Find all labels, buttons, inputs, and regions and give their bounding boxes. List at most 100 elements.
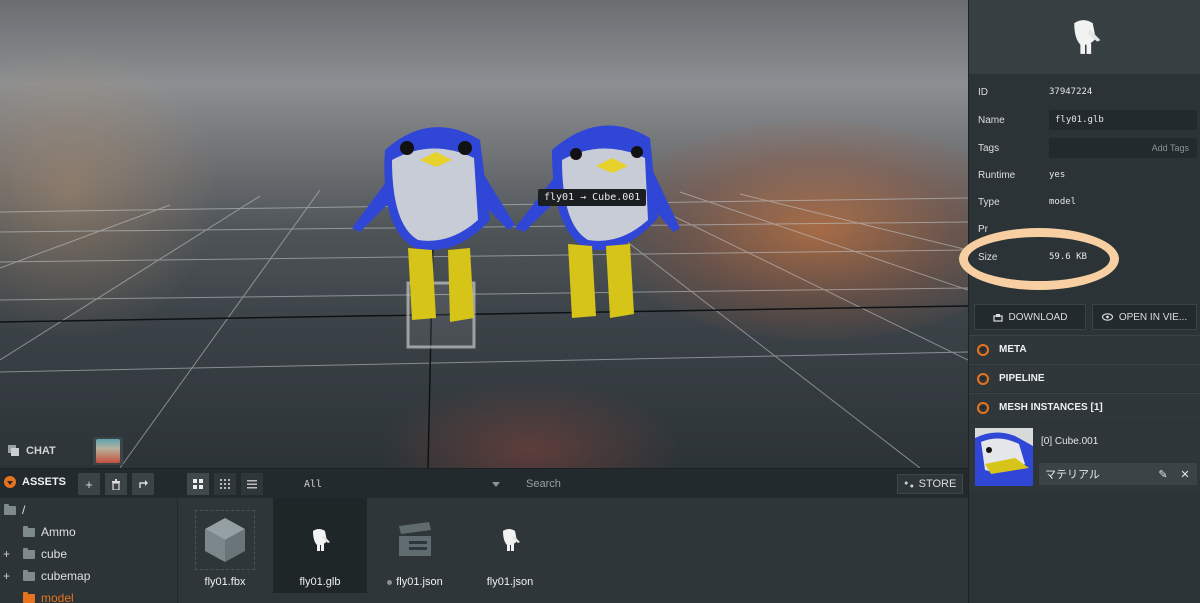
section-label: META <box>999 344 1027 355</box>
model-penguin-icon <box>313 529 330 551</box>
field-id: ID 37947224 <box>969 80 1200 104</box>
collapse-icon[interactable] <box>4 476 16 488</box>
list-view-button[interactable] <box>241 473 263 495</box>
expand-icon[interactable]: + <box>3 547 10 561</box>
type-label: Type <box>978 196 1000 208</box>
hover-tooltip: fly01 → Cube.001 <box>538 189 647 206</box>
tree-item-ammo[interactable]: Ammo <box>0 522 177 542</box>
asset-thumbnail <box>195 510 255 570</box>
grid-view-large-button[interactable] <box>187 473 209 495</box>
asset-thumbnail <box>385 510 445 570</box>
collapse-arrow-icon <box>977 401 989 414</box>
close-icon[interactable]: ✕ <box>1177 466 1193 482</box>
asset-name-text: fly01.json <box>396 576 443 588</box>
expand-icon[interactable]: + <box>3 569 10 583</box>
assets-title: ASSETS <box>22 476 67 488</box>
field-type: Type model <box>969 190 1200 214</box>
download-label: DOWNLOAD <box>1008 311 1068 323</box>
edit-icon[interactable]: ✎ <box>1155 466 1171 482</box>
tree-item-root[interactable]: / <box>0 500 177 520</box>
field-name: Name fly01.glb <box>969 108 1200 132</box>
grid-large-icon <box>193 479 203 489</box>
folder-icon <box>23 591 35 603</box>
section-label: PIPELINE <box>999 373 1045 384</box>
asset-inspector: ID 37947224 Name fly01.glb Tags Add Tags… <box>959 0 1200 603</box>
folder-icon <box>4 503 16 515</box>
assets-header[interactable]: ASSETS <box>4 476 66 488</box>
asset-tile-fly01-json[interactable]: fly01.json <box>368 498 462 593</box>
asset-thumbnail <box>480 510 540 570</box>
field-runtime: Runtime yes <box>969 163 1200 187</box>
filter-value: All <box>304 478 323 490</box>
material-slot[interactable]: マテリアル ✎ ✕ <box>1039 463 1197 485</box>
mesh-instance-label: [0] Cube.001 <box>1041 436 1099 447</box>
user-avatar[interactable] <box>93 437 123 465</box>
model-penguin-icon <box>1074 20 1101 54</box>
grid-view-small-button[interactable] <box>214 473 236 495</box>
asset-name: fly01.glb <box>300 576 341 588</box>
tree-item-cube[interactable]: + cube <box>0 544 177 564</box>
ground-grid <box>0 125 968 468</box>
download-button[interactable]: DOWNLOAD <box>974 304 1086 330</box>
expand-arrow-icon <box>977 343 989 356</box>
open-label: OPEN IN VIE... <box>1118 311 1188 323</box>
tree-item-cubemap[interactable]: + cubemap <box>0 566 177 586</box>
field-tags: Tags Add Tags <box>969 136 1200 160</box>
section-meta[interactable]: META <box>969 335 1200 363</box>
tree-item-model[interactable]: model <box>0 588 177 603</box>
id-label: ID <box>978 86 988 98</box>
delete-asset-button[interactable] <box>105 473 127 495</box>
material-label: マテリアル <box>1045 469 1100 481</box>
tree-item-label: / <box>22 503 26 517</box>
mesh-instance-thumbnail[interactable] <box>975 428 1033 486</box>
mesh-instance-card: [0] Cube.001 マテリアル ✎ ✕ <box>969 422 1200 492</box>
scene-viewport[interactable]: fly01 → Cube.001 <box>0 0 968 468</box>
chat-tab[interactable]: CHAT <box>0 437 90 465</box>
asset-name: fly01.json <box>387 576 443 588</box>
open-in-viewer-button[interactable]: OPEN IN VIE... <box>1092 304 1197 330</box>
back-folder-button[interactable] <box>132 473 154 495</box>
asset-name-text: fly01.json <box>486 576 534 588</box>
grid-small-icon <box>220 479 230 489</box>
tree-item-label: Ammo <box>41 525 76 539</box>
asset-name: fly01.json <box>487 576 533 588</box>
folder-tree: / Ammo + cube + cubemap model <box>0 498 178 603</box>
asset-tile-fly01-glb[interactable]: fly01.glb <box>273 498 367 593</box>
asset-name: fly01.fbx <box>205 576 246 588</box>
preload-label: Pr <box>978 223 988 235</box>
chat-label: CHAT <box>26 445 56 457</box>
cube-icon <box>205 518 245 562</box>
name-label: Name <box>978 114 1005 126</box>
asset-search-input[interactable] <box>516 474 776 494</box>
highlight-circle-annotation <box>959 228 1119 290</box>
store-button[interactable]: STORE <box>897 474 963 494</box>
penguin-mesh-preview <box>975 428 1033 486</box>
asset-tile-fly01-fbx[interactable]: fly01.fbx <box>178 498 272 593</box>
tags-input[interactable]: Add Tags <box>1049 138 1197 158</box>
section-label: MESH INSTANCES [1] <box>999 402 1103 413</box>
add-asset-button[interactable]: + <box>78 473 100 495</box>
folder-icon <box>23 525 35 537</box>
asset-type-filter[interactable]: All <box>296 474 508 494</box>
name-input[interactable]: fly01.glb <box>1049 110 1197 130</box>
tree-item-label: model <box>41 591 74 603</box>
download-icon <box>992 313 1003 322</box>
trash-icon <box>112 478 120 490</box>
folder-icon <box>23 569 35 581</box>
penguin-right <box>515 125 680 318</box>
tags-label: Tags <box>978 142 1000 154</box>
asset-tile-fly01-json-model[interactable]: fly01.json <box>463 498 557 593</box>
asset-name-text: fly01.fbx <box>204 576 246 588</box>
section-pipeline[interactable]: PIPELINE <box>969 364 1200 392</box>
runtime-value: yes <box>1049 170 1066 180</box>
json-file-icon <box>399 522 431 556</box>
section-mesh-instances[interactable]: MESH INSTANCES [1] <box>969 393 1200 421</box>
folder-icon <box>23 547 35 559</box>
back-arrow-icon <box>138 479 148 488</box>
asset-thumbnail <box>290 510 350 570</box>
assets-panel: ASSETS + All Search STORE / Ammo + cube … <box>0 468 968 603</box>
type-value: model <box>1049 197 1077 207</box>
store-label: STORE <box>918 478 957 490</box>
asset-name-text: fly01.glb <box>299 576 341 588</box>
editor-root: fly01 → Cube.001 CHAT ASSETS + All Searc… <box>0 0 1200 603</box>
